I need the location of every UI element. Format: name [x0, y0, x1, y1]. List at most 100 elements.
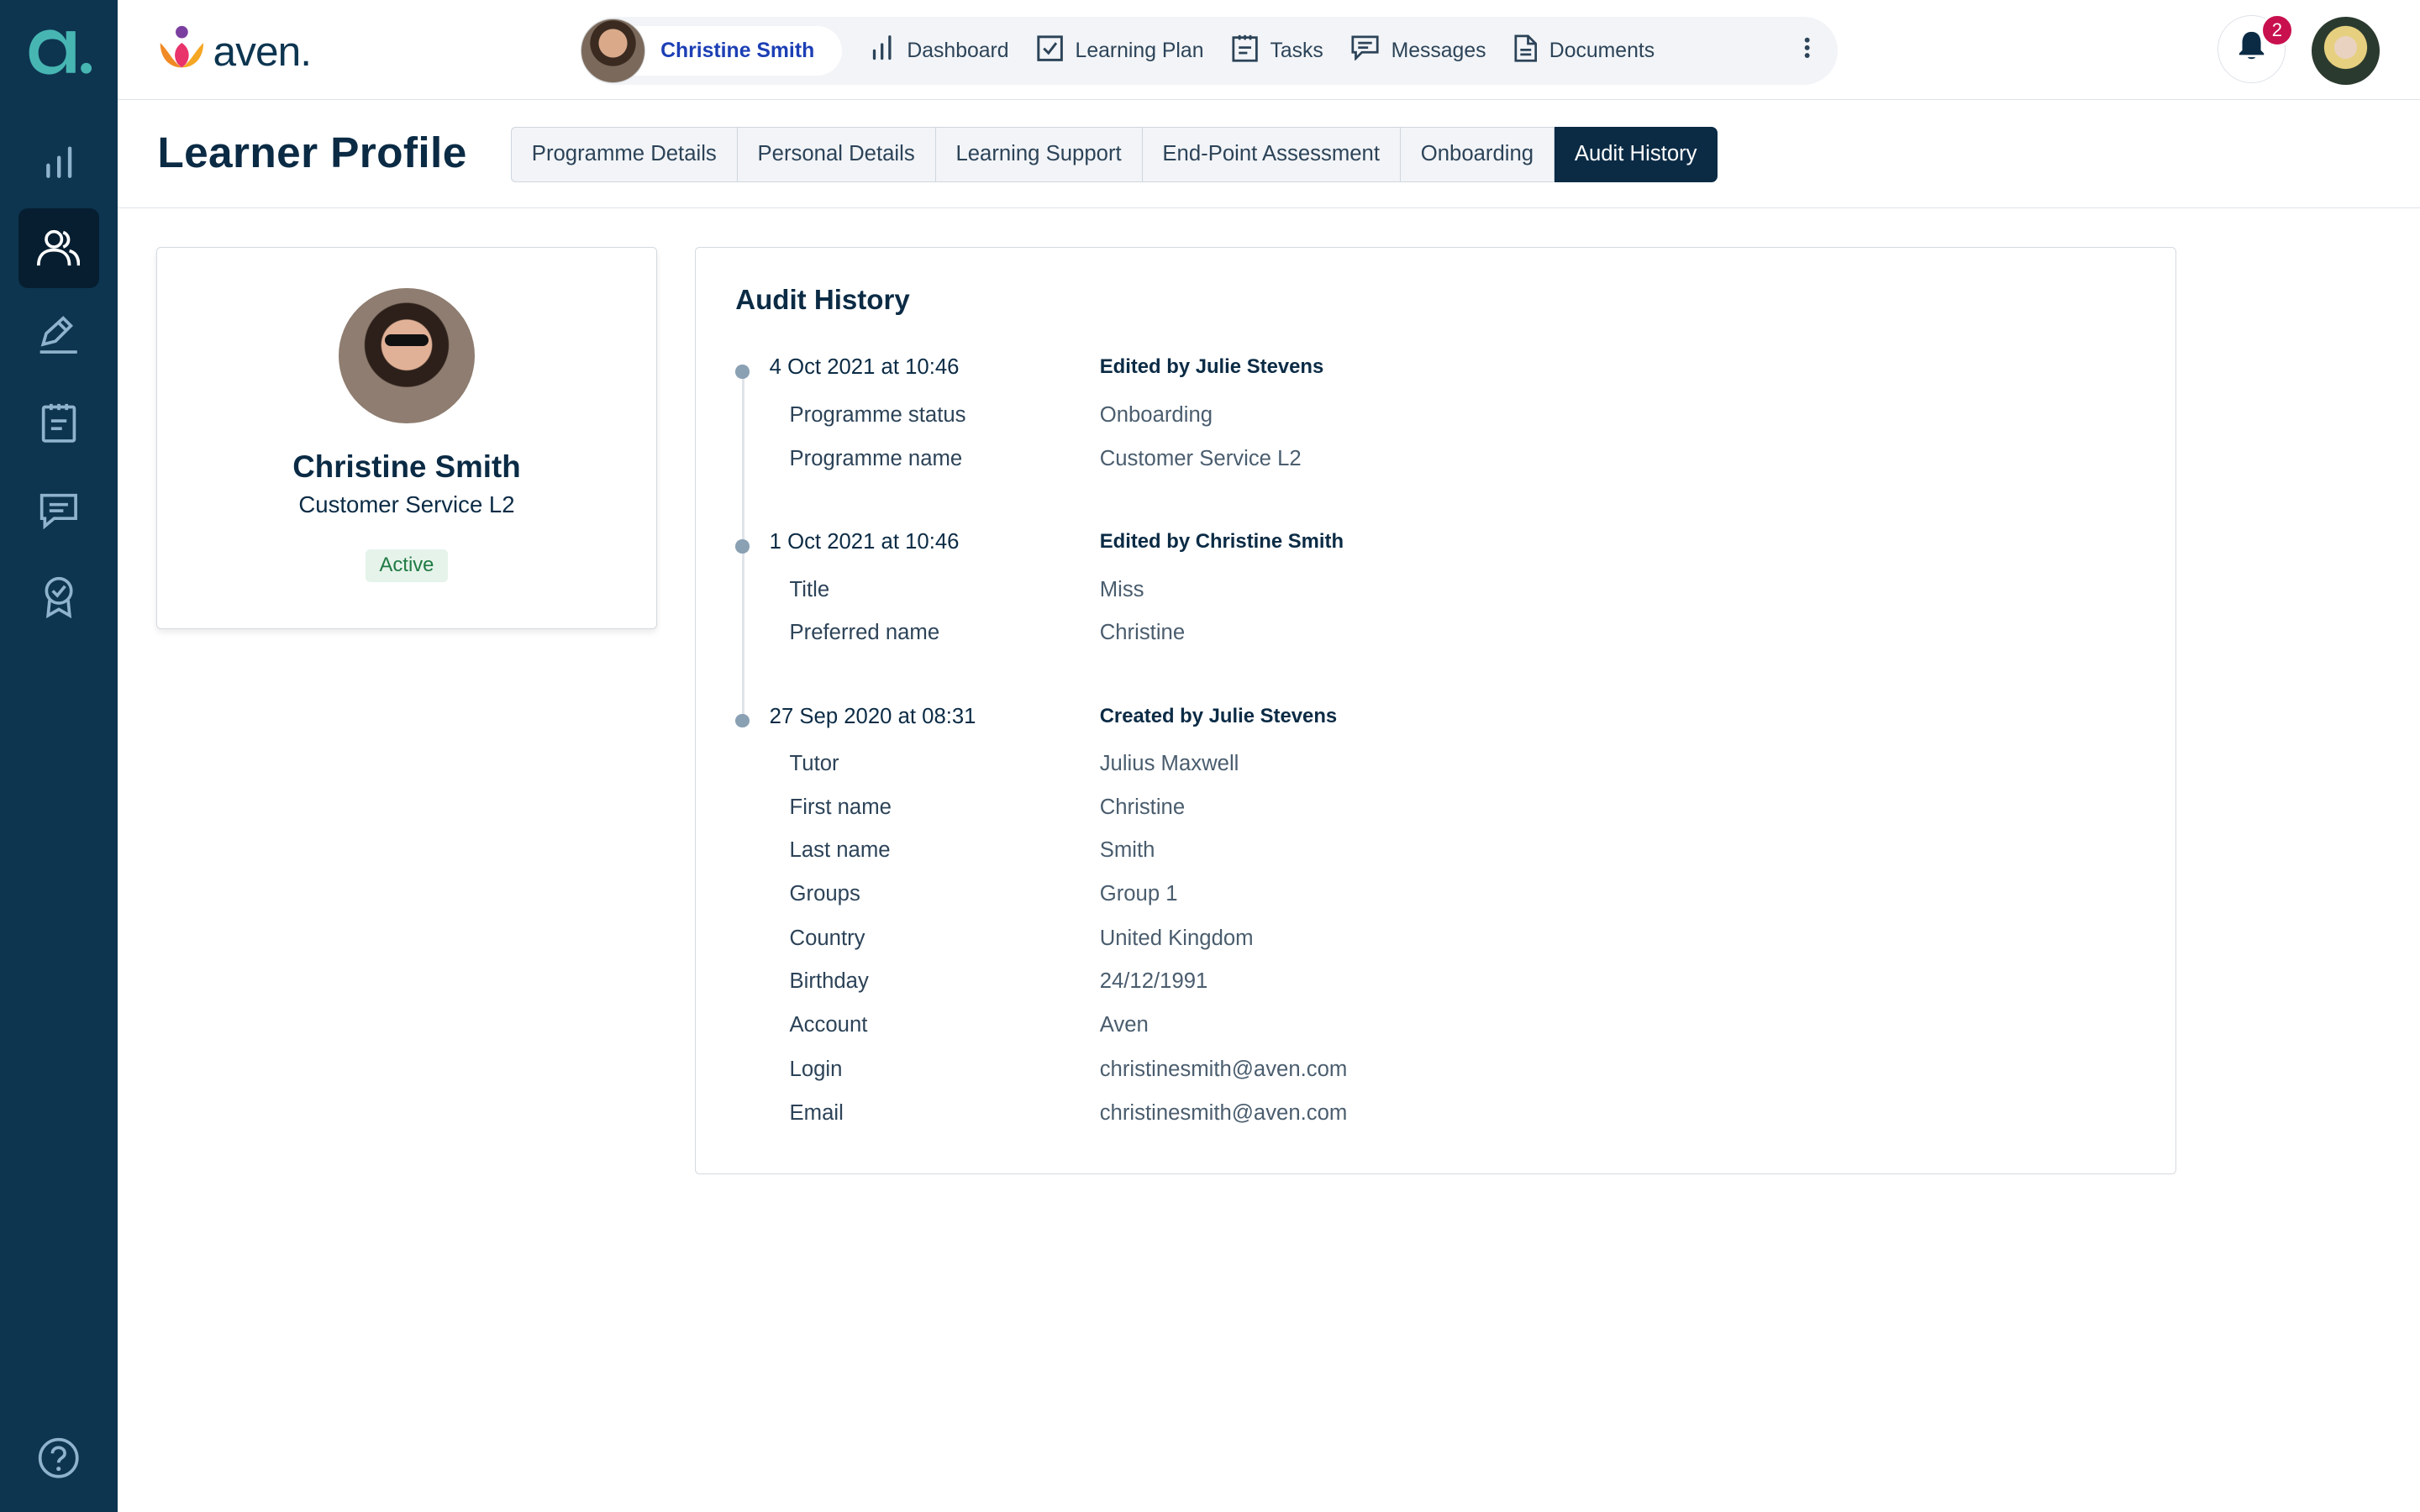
- pen-icon: [37, 315, 80, 355]
- tab-personal-details[interactable]: Personal Details: [737, 126, 936, 182]
- learner-chip-name: Christine Smith: [660, 39, 815, 62]
- audit-field: Last name: [789, 838, 891, 863]
- audit-row: Preferred name Christine: [696, 621, 2175, 664]
- audit-row: Programme name Customer Service L2: [696, 447, 2175, 490]
- tab-programme-details[interactable]: Programme Details: [510, 126, 738, 182]
- audit-field: Groups: [789, 881, 860, 906]
- notifications-button[interactable]: 2: [2217, 13, 2295, 84]
- audit-field: Email: [789, 1100, 844, 1125]
- audit-field: Tutor: [789, 752, 839, 776]
- audit-field: Birthday: [789, 969, 869, 994]
- chat-icon: [1351, 35, 1379, 66]
- audit-row: Login christinesmith@aven.com: [696, 1058, 2175, 1100]
- audit-value: christinesmith@aven.com: [1099, 1100, 1348, 1125]
- learner-nav: Christine Smith Dashboard Learning Plan …: [580, 17, 1839, 86]
- tab-audit-history[interactable]: Audit History: [1554, 126, 1718, 182]
- notification-badge: 2: [2260, 13, 2295, 48]
- page-title: Learner Profile: [157, 127, 467, 176]
- nav-dashboard-label: Dashboard: [907, 39, 1009, 62]
- lotus-icon: [157, 24, 207, 77]
- top-bar: aven. Christine Smith Dashboard Learning…: [117, 0, 2420, 101]
- audit-value: Christine: [1099, 621, 1186, 645]
- brand-logo[interactable]: aven.: [157, 24, 312, 77]
- audit-value: Christine: [1099, 795, 1186, 819]
- rail-item-assessments[interactable]: [18, 295, 99, 375]
- nav-messages[interactable]: Messages: [1351, 35, 1486, 66]
- bar-chart-icon: [42, 145, 76, 179]
- audit-row: Title Miss: [696, 578, 2175, 621]
- help-circle-icon: [37, 1436, 80, 1479]
- audit-value: United Kingdom: [1099, 927, 1254, 950]
- profile-programme: Customer Service L2: [298, 491, 515, 517]
- audit-row: Email christinesmith@aven.com: [696, 1101, 2175, 1144]
- learner-chip[interactable]: Christine Smith: [580, 18, 843, 84]
- bar-chart-icon: [870, 35, 894, 66]
- nav-messages-label: Messages: [1391, 39, 1486, 62]
- nav-tasks[interactable]: Tasks: [1231, 34, 1323, 68]
- audit-entry-date: 1 Oct 2021 at 10:46: [769, 529, 960, 554]
- nav-learning-plan[interactable]: Learning Plan: [1037, 34, 1204, 67]
- chat-icon: [39, 492, 79, 529]
- checkbox-icon: [1037, 34, 1063, 67]
- timeline-dot: [735, 713, 750, 728]
- clipboard-icon: [1231, 34, 1258, 68]
- audit-field: Country: [789, 927, 865, 950]
- audit-row: Last name Smith: [696, 838, 2175, 881]
- nav-learning-plan-label: Learning Plan: [1075, 39, 1204, 62]
- document-icon: [1514, 34, 1538, 68]
- a-logo-icon[interactable]: [26, 24, 94, 85]
- audit-field: Programme status: [789, 403, 966, 428]
- audit-row: Programme status Onboarding: [696, 403, 2175, 446]
- audit-field: Programme name: [789, 446, 963, 470]
- audit-value: 24/12/1991: [1099, 969, 1208, 994]
- page-header: Learner Profile Programme Details Person…: [117, 100, 2420, 208]
- rail-item-awards[interactable]: [18, 557, 99, 638]
- audit-value: Customer Service L2: [1099, 446, 1302, 470]
- timeline-dot: [735, 538, 750, 554]
- profile-card: Christine Smith Customer Service L2 Acti…: [155, 246, 658, 630]
- audit-value: christinesmith@aven.com: [1099, 1058, 1348, 1082]
- audit-field: First name: [789, 795, 892, 819]
- tab-learning-support[interactable]: Learning Support: [935, 126, 1143, 182]
- rail-item-dashboard[interactable]: [18, 122, 99, 202]
- audit-field: Login: [789, 1058, 843, 1082]
- audit-entry-author: Edited by Julie Stevens: [1099, 355, 1324, 379]
- rail-item-learners[interactable]: [18, 207, 99, 289]
- audit-entry-author: Created by Julie Stevens: [1099, 704, 1338, 727]
- profile-name: Christine Smith: [292, 449, 521, 485]
- audit-entry-date: 27 Sep 2020 at 08:31: [769, 704, 976, 728]
- tab-onboarding[interactable]: Onboarding: [1400, 126, 1555, 182]
- audit-row: Tutor Julius Maxwell: [696, 752, 2175, 795]
- user-avatar[interactable]: [2312, 17, 2381, 86]
- learner-avatar: [580, 18, 645, 84]
- clipboard-icon: [40, 402, 77, 444]
- audit-value: Miss: [1099, 577, 1144, 601]
- nav-tasks-label: Tasks: [1270, 39, 1323, 62]
- rail-item-tasks[interactable]: [18, 383, 99, 464]
- audit-value: Aven: [1099, 1012, 1149, 1037]
- audit-field: Preferred name: [789, 621, 940, 645]
- nav-dashboard[interactable]: Dashboard: [870, 35, 1009, 66]
- audit-row: Groups Group 1: [696, 882, 2175, 925]
- audit-field: Title: [789, 577, 830, 601]
- audit-value: Smith: [1099, 838, 1155, 863]
- help-button[interactable]: [37, 1436, 80, 1479]
- left-rail: [0, 0, 118, 1512]
- rail-item-messages[interactable]: [18, 470, 99, 551]
- audit-row: Birthday 24/12/1991: [696, 969, 2175, 1012]
- timeline-dot: [735, 365, 750, 379]
- nav-documents-label: Documents: [1549, 39, 1655, 62]
- audit-value: Group 1: [1099, 881, 1178, 906]
- tab-end-point-assessment[interactable]: End-Point Assessment: [1142, 126, 1401, 182]
- more-menu-button[interactable]: [1804, 37, 1810, 66]
- nav-documents[interactable]: Documents: [1514, 34, 1655, 68]
- audit-entry-author: Edited by Christine Smith: [1099, 529, 1344, 553]
- audit-value: Julius Maxwell: [1099, 752, 1239, 776]
- audit-title: Audit History: [735, 284, 910, 316]
- audit-entry-date: 4 Oct 2021 at 10:46: [769, 355, 960, 380]
- brand-name: aven.: [213, 27, 312, 75]
- award-icon: [40, 575, 77, 619]
- status-badge: Active: [365, 549, 448, 582]
- more-vertical-icon: [1804, 37, 1810, 65]
- audit-row: Country United Kingdom: [696, 927, 2175, 969]
